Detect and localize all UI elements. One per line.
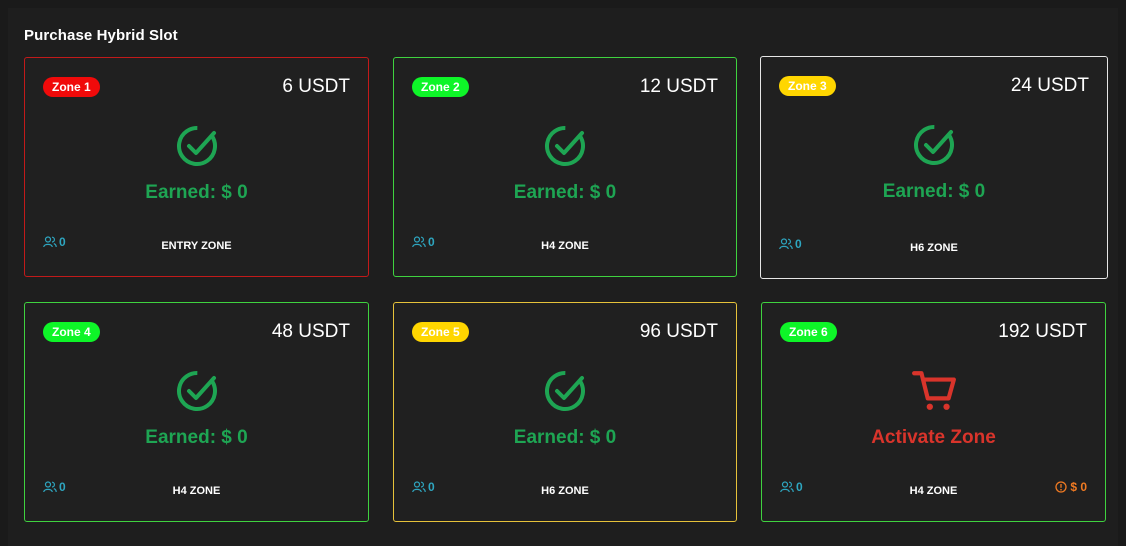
zone-card-4: Zone 4 48 USDT Earned: $ 0 0 H4 ZONE — [24, 302, 369, 522]
missed-earnings-value: $ 0 — [1070, 480, 1087, 494]
missed-earnings: $ 0 — [1055, 480, 1087, 494]
zone-price: 24 USDT — [1010, 75, 1089, 96]
earned-text: Earned: $ 0 — [882, 181, 986, 202]
zone-label: H6 ZONE — [910, 242, 958, 254]
check-circle-icon — [545, 126, 585, 166]
zone-label: H4 ZONE — [541, 240, 589, 252]
cart-icon[interactable] — [910, 367, 958, 413]
zone-card-3: Zone 3 24 USDT Earned: $ 0 0 H6 ZONE — [760, 56, 1108, 279]
zone-badge: Zone 3 — [779, 76, 836, 96]
zone-card-1: Zone 1 6 USDT Earned: $ 0 0 ENTRY ZONE — [24, 57, 369, 277]
zone-label: ENTRY ZONE — [161, 240, 232, 252]
zone-card-2: Zone 2 12 USDT Earned: $ 0 0 H4 ZONE — [393, 57, 737, 277]
zone-badge: Zone 4 — [43, 322, 100, 342]
activate-zone-button[interactable]: Activate Zone — [762, 427, 1105, 449]
check-circle-icon — [545, 371, 585, 411]
zone-price: 6 USDT — [282, 76, 350, 97]
check-circle-icon — [176, 371, 217, 411]
zone-card-5: Zone 5 96 USDT Earned: $ 0 0 H6 ZONE — [393, 302, 737, 522]
earned-text: Earned: $ 0 — [145, 427, 248, 448]
earned-text: Earned: $ 0 — [513, 182, 617, 203]
section-title: Purchase Hybrid Slot — [24, 27, 178, 44]
zone-price: 12 USDT — [639, 76, 718, 97]
zone-label: H6 ZONE — [541, 485, 589, 497]
zone-price: 192 USDT — [998, 321, 1087, 342]
zone-badge: Zone 6 — [780, 322, 837, 342]
zone-badge: Zone 5 — [412, 322, 469, 342]
zone-label: H4 ZONE — [909, 485, 958, 497]
zone-card-6[interactable]: Zone 6 192 USDT Activate Zone 0 H4 ZONE … — [761, 302, 1106, 522]
zone-price: 96 USDT — [639, 321, 718, 342]
earned-text: Earned: $ 0 — [145, 182, 248, 203]
zone-badge: Zone 1 — [43, 77, 100, 97]
warning-icon — [1055, 481, 1067, 493]
check-circle-icon — [176, 126, 217, 166]
zone-price: 48 USDT — [271, 321, 350, 342]
earned-text: Earned: $ 0 — [513, 427, 617, 448]
zone-badge: Zone 2 — [412, 77, 469, 97]
check-circle-icon — [914, 125, 954, 165]
zone-label: H4 ZONE — [172, 485, 221, 497]
